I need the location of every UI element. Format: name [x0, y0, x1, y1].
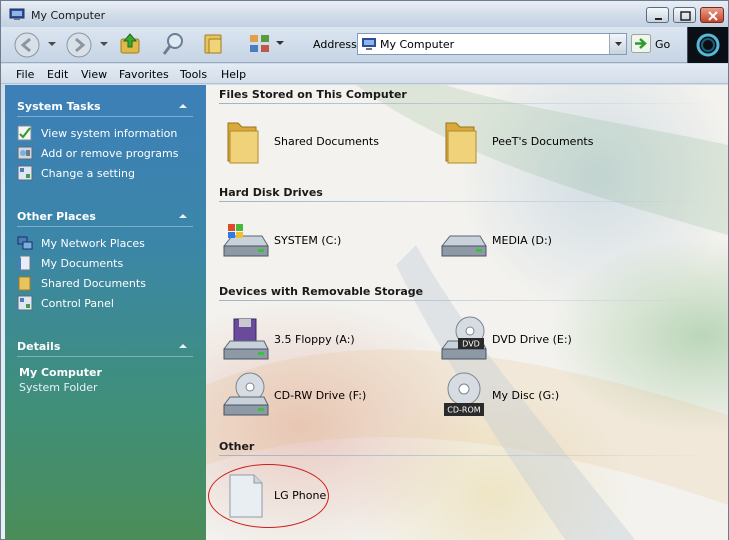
- other-places-heading[interactable]: Other Places: [17, 210, 96, 223]
- content-area: Files Stored on This Computer Shared Doc…: [206, 85, 728, 540]
- dvd-drive-icon: DVD: [441, 316, 487, 360]
- menu-bar: File Edit View Favorites Tools Help: [1, 64, 728, 84]
- cd-drive-icon: [223, 372, 269, 416]
- group-divider: [219, 455, 715, 456]
- control-panel-icon: [17, 295, 33, 311]
- folder-icon: [227, 122, 259, 164]
- minimize-button[interactable]: [646, 7, 669, 23]
- address-bar[interactable]: My Computer: [357, 33, 627, 55]
- group-divider: [219, 300, 715, 301]
- group-divider: [219, 103, 715, 104]
- documents-icon: [18, 255, 31, 271]
- cd-rom-badge: CD-ROM: [447, 406, 480, 415]
- details-subtitle: System Folder: [19, 381, 98, 394]
- windows-logo-icon: [696, 33, 720, 57]
- menu-view[interactable]: View: [81, 68, 107, 81]
- hard-drive-icon: [441, 235, 487, 257]
- views-icon[interactable]: [247, 31, 273, 57]
- search-icon[interactable]: [161, 31, 187, 57]
- up-folder-button[interactable]: [117, 31, 143, 57]
- chevron-up-icon[interactable]: [177, 102, 189, 110]
- group-divider: [219, 201, 715, 202]
- cd-rom-disc-icon: CD-ROM: [444, 372, 484, 416]
- highlight-ring: [208, 464, 329, 528]
- system-drive-icon: [223, 224, 269, 257]
- section-divider: [17, 116, 193, 117]
- system-info-icon: [17, 125, 32, 141]
- folder-icon: [18, 276, 31, 291]
- folder-icon: [445, 122, 477, 164]
- group-heading: Devices with Removable Storage: [219, 285, 424, 298]
- back-history-chevron-icon[interactable]: [47, 41, 57, 49]
- group-heading: Other: [219, 440, 255, 453]
- close-button[interactable]: [700, 7, 724, 23]
- chevron-down-icon: [615, 42, 622, 46]
- my-computer-icon: [362, 38, 376, 50]
- chevron-up-icon[interactable]: [177, 342, 189, 350]
- menu-favorites[interactable]: Favorites: [119, 68, 169, 81]
- toolbar: Address My Computer Go: [1, 27, 728, 63]
- floppy-drive-icon: [223, 318, 269, 360]
- system-tasks-heading[interactable]: System Tasks: [17, 100, 101, 113]
- folders-icon[interactable]: [201, 31, 227, 57]
- dvd-badge: DVD: [462, 340, 480, 349]
- network-icon: [17, 236, 33, 250]
- minimize-icon: [655, 18, 662, 20]
- close-icon: [708, 11, 718, 21]
- views-chevron-icon[interactable]: [276, 41, 284, 47]
- go-arrow-icon[interactable]: [631, 34, 651, 53]
- forward-history-chevron-icon[interactable]: [99, 41, 109, 49]
- address-value[interactable]: My Computer: [380, 38, 454, 51]
- add-remove-programs-icon: [17, 146, 33, 160]
- menu-tools[interactable]: Tools: [180, 68, 207, 81]
- menu-edit[interactable]: Edit: [47, 68, 68, 81]
- go-button[interactable]: Go: [655, 38, 670, 51]
- details-heading[interactable]: Details: [17, 340, 60, 353]
- control-panel-icon: [17, 165, 33, 181]
- chevron-up-icon[interactable]: [177, 212, 189, 220]
- section-divider: [17, 356, 193, 357]
- forward-button[interactable]: [65, 31, 93, 59]
- my-computer-window: My Computer Address My Computer Go File …: [0, 0, 729, 540]
- address-dropdown-button[interactable]: [609, 34, 626, 54]
- section-divider: [17, 226, 193, 227]
- window-title: My Computer: [31, 9, 106, 22]
- menu-file[interactable]: File: [16, 68, 34, 81]
- details-title: My Computer: [19, 366, 102, 379]
- group-heading: Hard Disk Drives: [219, 186, 323, 199]
- windows-throbber: [687, 27, 728, 63]
- menu-help[interactable]: Help: [221, 68, 246, 81]
- address-label: Address: [313, 38, 357, 51]
- task-pane: System Tasks View system information Add…: [5, 85, 206, 540]
- my-computer-icon: [9, 8, 25, 20]
- maximize-icon: [680, 11, 691, 21]
- back-button[interactable]: [13, 31, 41, 59]
- maximize-button[interactable]: [673, 7, 696, 23]
- group-heading: Files Stored on This Computer: [219, 88, 407, 101]
- title-bar[interactable]: My Computer: [1, 1, 728, 27]
